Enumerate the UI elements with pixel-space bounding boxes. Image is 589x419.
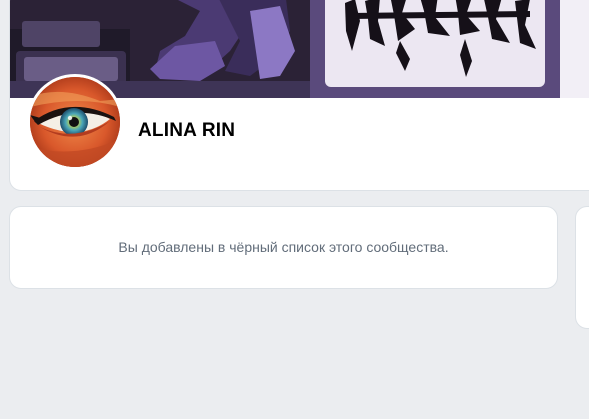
avatar-ring[interactable] [27, 74, 123, 170]
community-name[interactable]: ALINA RIN [138, 120, 235, 142]
community-header-card: ALINA RIN [9, 0, 589, 191]
eye-avatar-image [30, 77, 120, 167]
page: ALINA RIN Вы добавлены в чёрный список э… [0, 0, 589, 419]
blacklist-notice-text: Вы добавлены в чёрный список этого сообщ… [118, 238, 449, 255]
blacklist-notice-card: Вы добавлены в чёрный список этого сообщ… [9, 206, 558, 289]
side-card [575, 206, 589, 329]
avatar[interactable] [30, 77, 120, 167]
